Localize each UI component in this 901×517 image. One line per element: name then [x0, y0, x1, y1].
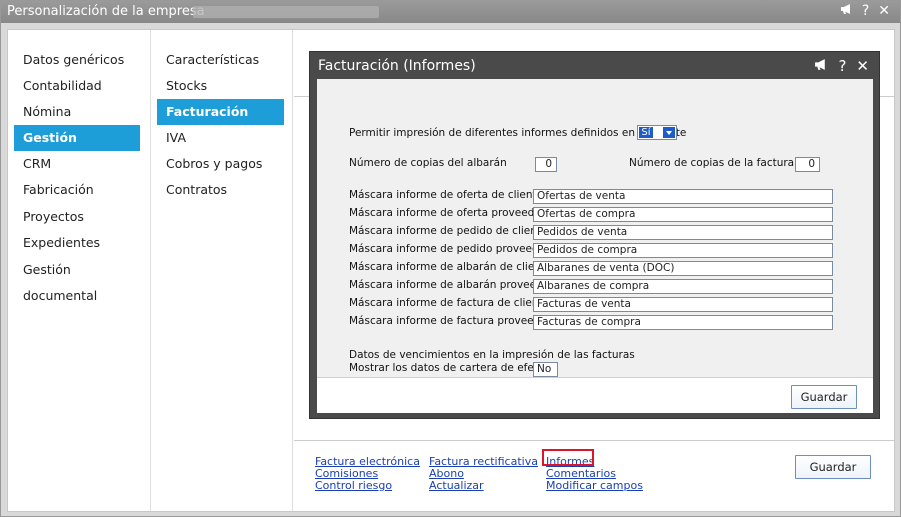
copies-factura-input[interactable]: 0 — [795, 157, 820, 172]
title-bar: Personalización de la empresa ? ✕ — [1, 1, 900, 23]
mask-label: Máscara informe de albarán de cliente — [349, 261, 552, 273]
sidebar-item-proyectos[interactable]: Proyectos — [14, 204, 140, 230]
show-portfolio-label: Mostrar los datos de cartera de efectos — [349, 362, 556, 374]
sidebar: Datos genéricos Contabilidad Nómina Gest… — [8, 30, 151, 511]
link-actualizar[interactable]: Actualizar — [429, 480, 484, 492]
company-name-redacted — [193, 6, 379, 18]
dialog-save-button[interactable]: Guardar — [791, 385, 857, 409]
show-portfolio-input[interactable]: No — [533, 362, 558, 377]
mask-label: Máscara informe de pedido proveedor — [349, 243, 550, 255]
close-icon[interactable]: ✕ — [878, 3, 890, 19]
sidebar-item-datos-genericos[interactable]: Datos genéricos — [14, 47, 140, 73]
copies-albaran-label: Número de copias del albarán — [349, 157, 507, 169]
save-button[interactable]: Guardar — [795, 455, 871, 479]
sidebar-item-fabricacion[interactable]: Fabricación — [14, 177, 140, 203]
mask-input[interactable]: Ofertas de compra — [533, 207, 833, 222]
mask-label: Máscara informe de oferta de cliente — [349, 189, 544, 201]
mask-input[interactable]: Facturas de venta — [533, 297, 833, 312]
dialog-title: Facturación (Informes) — [318, 58, 476, 74]
mask-input[interactable]: Facturas de compra — [533, 315, 833, 330]
mask-label: Máscara informe de factura proveedor — [349, 315, 552, 327]
megaphone-icon[interactable] — [814, 57, 828, 75]
close-icon[interactable]: ✕ — [856, 57, 869, 75]
subnav-item-contratos[interactable]: Contratos — [157, 177, 284, 203]
due-section-label: Datos de vencimientos en la impresión de… — [349, 349, 635, 361]
sidebar-item-gestion-documental[interactable]: Gestión documental — [14, 257, 140, 303]
subnav-item-stocks[interactable]: Stocks — [157, 73, 284, 99]
window-title: Personalización de la empresa — [7, 4, 205, 19]
allow-print-select[interactable]: Sí — [637, 125, 677, 140]
allow-print-value: Sí — [639, 127, 653, 138]
sidebar-item-contabilidad[interactable]: Contabilidad — [14, 73, 140, 99]
window: Personalización de la empresa ? ✕ Datos … — [0, 0, 901, 517]
subnav-item-facturacion[interactable]: Facturación — [157, 99, 284, 125]
help-icon[interactable]: ? — [838, 57, 846, 75]
mask-input[interactable]: Albaranes de compra — [533, 279, 833, 294]
link-modificar-campos[interactable]: Modificar campos — [546, 480, 643, 492]
mask-label: Máscara informe de factura de cliente — [349, 297, 550, 309]
copies-albaran-input[interactable]: 0 — [535, 157, 557, 172]
subnav-item-cobros-pagos[interactable]: Cobros y pagos — [157, 151, 284, 177]
sidebar-item-nomina[interactable]: Nómina — [14, 99, 140, 125]
mask-label: Máscara informe de oferta proveedor — [349, 207, 546, 219]
mask-input[interactable]: Pedidos de compra — [533, 243, 833, 258]
subnav-item-caracteristicas[interactable]: Características — [157, 47, 284, 73]
mask-input[interactable]: Albaranes de venta (DOC) — [533, 261, 833, 276]
subnav-item-iva[interactable]: IVA — [157, 125, 284, 151]
mask-input[interactable]: Ofertas de venta — [533, 189, 833, 204]
divider — [294, 440, 894, 441]
dialog-body: Permitir impresión de diferentes informe… — [317, 79, 873, 377]
sidebar-item-crm[interactable]: CRM — [14, 151, 140, 177]
copies-factura-label: Número de copias de la factura — [629, 157, 795, 169]
subnav: Características Stocks Facturación IVA C… — [151, 30, 293, 511]
invoicing-reports-dialog: Facturación (Informes) ? ✕ Permitir impr… — [309, 51, 880, 419]
sidebar-item-gestion[interactable]: Gestión — [14, 125, 140, 151]
help-icon[interactable]: ? — [862, 3, 869, 19]
allow-print-label: Permitir impresión de diferentes informe… — [349, 127, 687, 139]
informes-highlight-box — [542, 449, 594, 466]
megaphone-icon[interactable] — [840, 3, 853, 19]
mask-label: Máscara informe de pedido de cliente — [349, 225, 548, 237]
dialog-footer: Guardar — [317, 377, 873, 413]
mask-input[interactable]: Pedidos de venta — [533, 225, 833, 240]
mask-label: Máscara informe de albarán proveedor — [349, 279, 554, 291]
sidebar-item-expedientes[interactable]: Expedientes — [14, 230, 140, 256]
chevron-down-icon — [663, 127, 675, 138]
link-control-riesgo[interactable]: Control riesgo — [315, 480, 392, 492]
